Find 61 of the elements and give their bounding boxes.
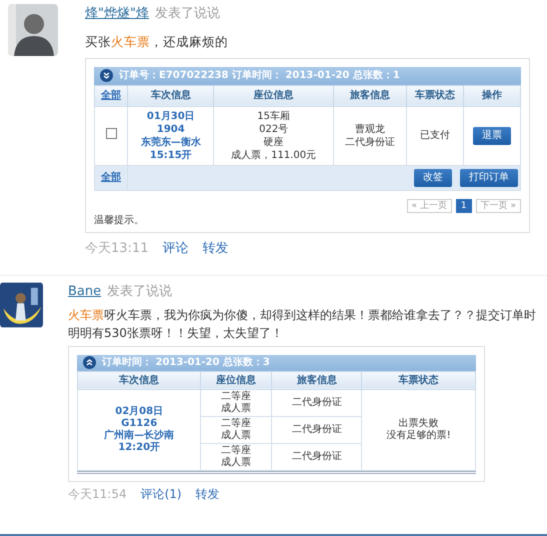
passenger-info-text: 二代身份证 [290, 450, 343, 462]
seat-info-text: 二等座 [220, 390, 252, 402]
seat-info-text: 022号 [258, 122, 290, 136]
order-header-text: 订单时间： 2013-01-20 总张数：3 [102, 356, 270, 370]
column-header: 车次信息 [150, 90, 191, 101]
avatar[interactable] [8, 4, 58, 56]
post-action-text: 发表了说说 [154, 6, 220, 21]
passenger-info-text: 二代身份证 [344, 136, 396, 148]
seat-info-text: 15车厢 [256, 110, 291, 122]
column-header: 座位信息 [254, 90, 294, 101]
post-text: 买张火车票，还成麻烦的 [85, 32, 229, 50]
page-button[interactable]: 下一页 » [476, 198, 521, 212]
collapse-icon[interactable] [83, 356, 96, 369]
seat-info-text: 成人票 [220, 402, 252, 414]
column-header: 车次信息 [119, 374, 160, 386]
post-text: 火车票呀火车票，我为你疯为你傻，却得到这样的结果！票都给谁拿去了？？提交订单时明明有530张票呀！！失望，太失望了！ [68, 306, 537, 342]
passenger-info-text: 曹观龙 [354, 122, 386, 136]
order-action-button[interactable]: 打印订单 [460, 168, 518, 186]
post-action-text: 发表了说说 [107, 284, 172, 299]
tip-text: 温馨提示。 [94, 214, 145, 228]
post-time: 今天11:54 [68, 486, 127, 502]
post-link[interactable]: 转发 [202, 238, 228, 258]
author-name[interactable]: Bane [68, 284, 102, 299]
post-link[interactable]: 评论(1) [140, 484, 182, 502]
post-time: 今天13:11 [85, 240, 148, 258]
page-button[interactable]: 1 [456, 198, 472, 212]
column-header: 操作 [482, 90, 502, 101]
column-header: 旅客信息 [296, 374, 337, 386]
column-header: 车票状态 [398, 374, 439, 386]
order-header-text: 订单号：E707022238 订单时间： 2013-01-20 总张数：1 [119, 68, 400, 83]
train-info-text: 广州南—长沙南 [103, 430, 176, 442]
seat-info-text: 成人票 [220, 430, 252, 442]
checkbox[interactable] [106, 128, 117, 139]
train-info-text: 01月30日 [146, 110, 196, 122]
train-info-text: 东莞东—衡水 [140, 136, 202, 148]
seat-info-text: 成人票 [220, 456, 252, 468]
page-button[interactable]: « 上一页 [406, 198, 452, 212]
seat-info-text: 成人票，111.00元 [230, 148, 318, 162]
passenger-info-text: 二代身份证 [290, 396, 343, 408]
column-header: 旅客信息 [350, 90, 390, 101]
seat-info-text: 二等座 [220, 444, 252, 456]
post-link[interactable]: 转发 [196, 484, 220, 502]
ticket-status-text: 没有足够的票! [386, 430, 452, 442]
post-link[interactable]: 评论 [162, 238, 188, 258]
refund-button[interactable]: 退票 [472, 126, 511, 144]
order-action-button[interactable]: 改签 [414, 168, 452, 186]
train-info-text: 15:15开 [148, 148, 193, 162]
passenger-info-text: 二代身份证 [290, 424, 343, 436]
ticket-status-text: 出票失败 [398, 418, 440, 430]
expand-icon[interactable] [100, 69, 113, 82]
train-info-text: 02月08日 [114, 406, 164, 418]
train-info-text: G1126 [120, 418, 158, 430]
column-header: 车票状态 [414, 90, 455, 101]
ticket-status-text: 已支付 [418, 129, 451, 142]
seat-info-text: 硬座 [262, 136, 285, 148]
avatar[interactable] [0, 282, 43, 328]
author-name[interactable]: 烽"烨燧"烽 [85, 6, 149, 21]
train-info-text: 1904 [156, 122, 186, 136]
seat-info-text: 二等座 [220, 418, 252, 430]
train-info-text: 12:20开 [117, 442, 162, 454]
column-header: 座位信息 [216, 374, 256, 386]
